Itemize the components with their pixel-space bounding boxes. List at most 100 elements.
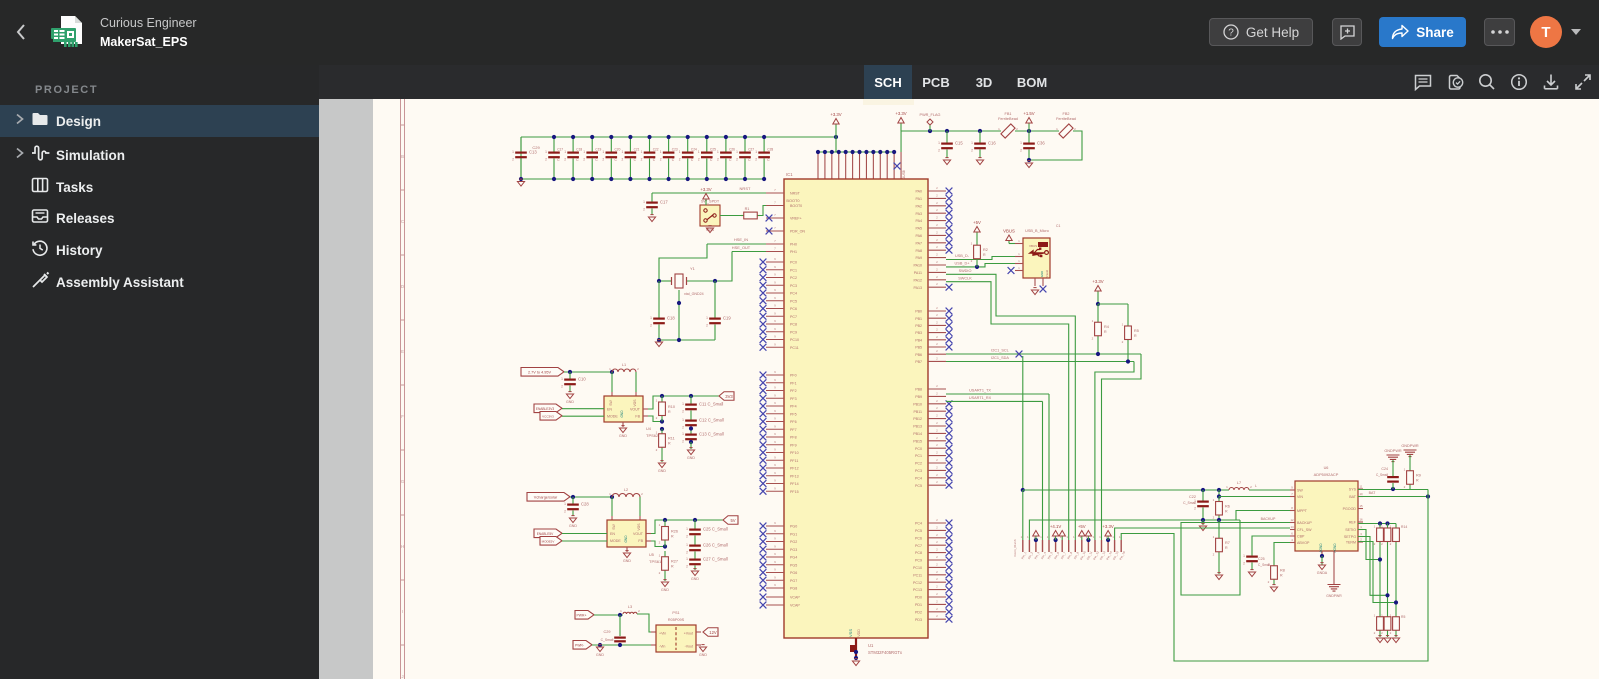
svg-text:2: 2 bbox=[936, 406, 938, 410]
svg-text:PG1: PG1 bbox=[790, 532, 797, 536]
svg-text:1: 1 bbox=[561, 377, 563, 381]
svg-text:GND: GND bbox=[699, 653, 707, 657]
svg-text:C27: C27 bbox=[748, 148, 754, 152]
svg-text:9: 9 bbox=[774, 424, 776, 428]
svg-text:2: 2 bbox=[936, 335, 938, 339]
svg-text:9: 9 bbox=[774, 342, 776, 346]
svg-text:9: 9 bbox=[774, 537, 776, 541]
svg-text:PC10: PC10 bbox=[790, 338, 799, 342]
svg-text:C10: C10 bbox=[578, 377, 586, 382]
svg-text:9: 9 bbox=[774, 257, 776, 261]
svg-text:1: 1 bbox=[1092, 319, 1094, 323]
svg-text:PF14: PF14 bbox=[790, 482, 799, 486]
svg-text:R: R bbox=[1416, 479, 1419, 483]
svg-text:10: 10 bbox=[1359, 492, 1363, 496]
svg-text:USB_D+: USB_D+ bbox=[955, 261, 971, 265]
svg-text:VCC3V3: VCC3V3 bbox=[542, 415, 554, 419]
svg-text:FB2: FB2 bbox=[1063, 112, 1070, 116]
svg-text:GND: GND bbox=[620, 410, 624, 418]
svg-text:C26: C26 bbox=[729, 148, 735, 152]
svg-text:9: 9 bbox=[774, 296, 776, 300]
svg-text:2: 2 bbox=[936, 342, 938, 346]
svg-text:G: G bbox=[401, 479, 404, 484]
svg-text:9: 9 bbox=[774, 552, 776, 556]
svg-text:1: 1 bbox=[938, 141, 940, 145]
svg-text:USART1_TX: USART1_TX bbox=[969, 389, 991, 393]
svg-text:PC4: PC4 bbox=[915, 522, 922, 526]
svg-text:SWCLK: SWCLK bbox=[958, 277, 972, 281]
svg-text:R11: R11 bbox=[668, 437, 675, 441]
svg-text:2: 2 bbox=[622, 158, 624, 162]
svg-text:SETIO: SETIO bbox=[1345, 528, 1356, 532]
svg-text:2: 2 bbox=[1074, 127, 1076, 131]
svg-text:PF7: PF7 bbox=[790, 428, 797, 432]
svg-text:2: 2 bbox=[1268, 580, 1270, 584]
svg-text:2: 2 bbox=[936, 614, 938, 618]
svg-text:C13: C13 bbox=[529, 150, 537, 155]
svg-text:PC11: PC11 bbox=[913, 573, 922, 577]
svg-text:PDR_ON: PDR_ON bbox=[790, 230, 805, 234]
svg-text:2.7V to 4.95V: 2.7V to 4.95V bbox=[528, 371, 551, 375]
svg-text:2: 2 bbox=[659, 541, 661, 545]
svg-text:9: 9 bbox=[774, 409, 776, 413]
svg-text:C12 C_Small: C12 C_Small bbox=[699, 418, 724, 423]
svg-text:+4.1V: +4.1V bbox=[1050, 524, 1061, 529]
svg-text:2: 2 bbox=[650, 324, 652, 328]
svg-text:9: 9 bbox=[774, 583, 776, 587]
svg-text:2: 2 bbox=[936, 480, 938, 484]
svg-text:+3.3V: +3.3V bbox=[1092, 279, 1103, 284]
svg-text:2: 2 bbox=[1213, 552, 1215, 556]
svg-text:-Vin: -Vin bbox=[659, 645, 665, 649]
svg-text:2: 2 bbox=[659, 571, 661, 575]
svg-text:R27: R27 bbox=[671, 560, 678, 564]
svg-text:+1.5V: +1.5V bbox=[1023, 111, 1034, 116]
svg-text:R: R bbox=[1225, 509, 1228, 513]
svg-text:1: 1 bbox=[1360, 525, 1362, 529]
svg-text:C1: C1 bbox=[1056, 224, 1060, 228]
svg-text:2: 2 bbox=[679, 158, 681, 162]
svg-text:2: 2 bbox=[1020, 149, 1022, 153]
svg-text:2: 2 bbox=[936, 555, 938, 559]
svg-text:Shield: Shield bbox=[1045, 270, 1049, 278]
svg-text:1: 1 bbox=[1018, 266, 1020, 270]
svg-text:15: 15 bbox=[1359, 504, 1363, 508]
svg-text:HSE_IN: HSE_IN bbox=[734, 237, 748, 242]
svg-text:C36: C36 bbox=[1037, 141, 1045, 146]
svg-text:+Vin: +Vin bbox=[659, 632, 666, 636]
svg-text:PF9: PF9 bbox=[790, 443, 797, 447]
svg-text:TERM: TERM bbox=[1346, 541, 1356, 545]
svg-text:C28: C28 bbox=[767, 148, 773, 152]
svg-text:12V: 12V bbox=[709, 630, 717, 635]
svg-text:9: 9 bbox=[774, 288, 776, 292]
svg-text:PA6: PA6 bbox=[915, 234, 922, 238]
svg-text:C19: C19 bbox=[595, 148, 601, 152]
svg-text:2: 2 bbox=[1390, 631, 1392, 635]
svg-text:9: 9 bbox=[774, 560, 776, 564]
svg-text:2: 2 bbox=[936, 562, 938, 566]
svg-text:GND: GND bbox=[687, 456, 695, 460]
svg-text:VBUS: VBUS bbox=[1003, 229, 1015, 234]
svg-text:C15: C15 bbox=[955, 141, 963, 146]
svg-text:1: 1 bbox=[686, 527, 688, 531]
svg-text:GNDA: GNDA bbox=[1317, 571, 1328, 575]
svg-text:R2: R2 bbox=[983, 248, 988, 252]
svg-text:2: 2 bbox=[736, 158, 738, 162]
svg-text:PC6: PC6 bbox=[790, 307, 797, 311]
svg-text:VOUT: VOUT bbox=[633, 532, 644, 536]
svg-text:PF6: PF6 bbox=[790, 420, 797, 424]
svg-text:ENABLE3V3: ENABLE3V3 bbox=[536, 407, 554, 411]
svg-text:SW: SW bbox=[612, 523, 616, 529]
svg-text:2: 2 bbox=[1374, 542, 1376, 546]
svg-text:PA2: PA2 bbox=[915, 204, 922, 208]
svg-text:9: 9 bbox=[774, 417, 776, 421]
svg-text:R7: R7 bbox=[1225, 541, 1230, 545]
svg-text:9: 9 bbox=[774, 568, 776, 572]
svg-text:+Vout: +Vout bbox=[684, 632, 693, 636]
svg-text:1: 1 bbox=[643, 200, 645, 204]
svg-text:2: 2 bbox=[656, 448, 658, 452]
svg-text:HSE_OUT: HSE_OUT bbox=[732, 245, 751, 250]
svg-text:CBP: CBP bbox=[1297, 535, 1305, 539]
svg-text:PF0: PF0 bbox=[790, 374, 797, 378]
svg-text:1: 1 bbox=[650, 316, 652, 320]
svg-text:R: R bbox=[1134, 334, 1137, 338]
